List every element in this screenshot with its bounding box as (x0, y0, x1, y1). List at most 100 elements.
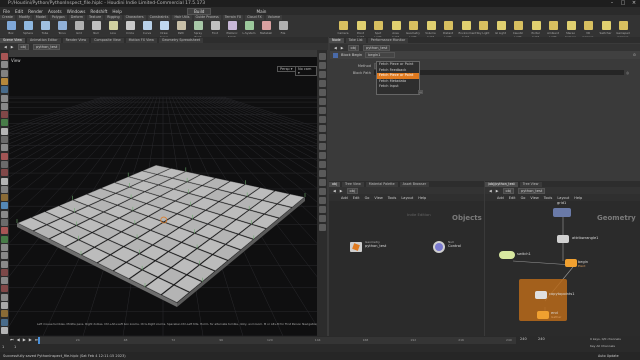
display-option-icon[interactable] (318, 206, 326, 213)
display-option-icon[interactable] (318, 107, 326, 114)
display-option-icon[interactable] (318, 161, 326, 168)
shelf-light-icon[interactable] (619, 21, 628, 30)
step-back-icon[interactable]: ◀ (17, 337, 20, 342)
desktop-select[interactable]: Build (186, 7, 212, 15)
display-option-icon[interactable] (318, 134, 326, 141)
sop-node-begin[interactable] (565, 259, 577, 267)
menu-file[interactable]: File (3, 9, 10, 14)
menu-assets[interactable]: Assets (48, 9, 62, 14)
display-option-icon[interactable] (318, 188, 326, 195)
dropdown-option[interactable]: Fetch Input (377, 84, 419, 90)
viewport-tool-icon[interactable] (1, 202, 8, 210)
shelf-light-icon[interactable] (496, 21, 506, 30)
viewport-tool-icon[interactable] (1, 302, 8, 309)
display-option-icon[interactable] (318, 179, 326, 186)
main-label[interactable]: Main (256, 9, 266, 14)
shelf-tool-icon[interactable] (194, 21, 203, 30)
sop-node-attribwrangle[interactable] (557, 235, 569, 243)
shelf-tab[interactable]: Texture (87, 15, 104, 20)
viewport-tool-icon[interactable] (1, 69, 8, 77)
viewport-tool-icon[interactable] (1, 119, 8, 127)
shelf-tool-icon[interactable] (75, 21, 84, 30)
maximize-icon[interactable]: □ (619, 0, 627, 6)
shelf-tool-icon[interactable] (109, 21, 118, 30)
jump-start-icon[interactable]: ⏮ (10, 337, 14, 342)
viewport-tool-icon[interactable] (1, 243, 8, 251)
net-right-path-object[interactable]: python_test (518, 187, 546, 194)
net-right-path-node[interactable]: obj (502, 187, 515, 194)
shelf-tool-icon[interactable] (143, 21, 152, 30)
network-menu-item[interactable]: Add (341, 196, 348, 200)
viewport-tool-icon[interactable] (1, 252, 8, 260)
viewport-tool-icon[interactable] (1, 160, 8, 168)
node-name-field[interactable]: begin1 (365, 52, 396, 58)
shelf-tool-icon[interactable] (126, 21, 135, 30)
display-option-icon[interactable] (318, 197, 326, 204)
viewport-tool-icon[interactable] (1, 318, 8, 326)
network-menu-item[interactable]: Layout (401, 196, 413, 200)
shelf-light-icon[interactable] (461, 21, 471, 30)
viewport-tool-icon[interactable] (1, 326, 8, 334)
shelf-tool-icon[interactable] (211, 21, 220, 30)
forward-icon[interactable]: ▶ (340, 189, 343, 193)
shelf-tool-icon[interactable] (92, 21, 101, 30)
shelf-tab[interactable]: Rigging (105, 15, 122, 20)
network-menu-item[interactable]: Edit (509, 196, 516, 200)
display-option-icon[interactable] (318, 71, 326, 78)
sop-node-copytopoints[interactable] (535, 291, 547, 299)
param-path-object[interactable]: python_test (363, 44, 391, 51)
viewport-tool-icon[interactable] (1, 219, 8, 226)
network-menu-item[interactable]: Add (497, 196, 504, 200)
display-option-icon[interactable] (318, 125, 326, 132)
network-menu-item[interactable]: View (530, 196, 538, 200)
shelf-light-icon[interactable] (356, 21, 366, 30)
network-menu-item[interactable]: View (374, 196, 382, 200)
shelf-tab[interactable]: Terrain FX (222, 15, 244, 20)
viewport-tool-icon[interactable] (1, 268, 8, 276)
display-option-icon[interactable] (318, 116, 326, 123)
viewport-tool-icon[interactable] (1, 152, 8, 160)
shelf-tab[interactable]: Model (33, 15, 48, 20)
viewport-tool-icon[interactable] (1, 61, 8, 69)
viewport[interactable]: View Persp ▾ No cam ▾ Left mouse tumbles… (9, 57, 317, 336)
end-frame-field-2[interactable]: 240 (538, 337, 545, 341)
display-option-icon[interactable] (318, 224, 326, 231)
shelf-light-icon[interactable] (601, 21, 611, 30)
shelf-light-icon[interactable] (426, 21, 436, 30)
start-frame[interactable]: 1 (2, 345, 4, 349)
display-option-icon[interactable] (318, 143, 326, 150)
shelf-tool-icon[interactable] (245, 21, 254, 30)
forward-icon[interactable]: ▶ (11, 45, 14, 49)
network-menu-item[interactable]: Help (574, 196, 582, 200)
viewport-tool-icon[interactable] (1, 127, 8, 135)
dropdown-option[interactable]: Fetch Piece or Point (377, 73, 419, 79)
network-menu-item[interactable]: Edit (353, 196, 360, 200)
shelf-light-icon[interactable] (444, 21, 453, 30)
shelf-tab[interactable]: Modify (16, 15, 32, 20)
timeline-bar[interactable]: 24 48 72 96 120 144 168 192 216 240 (38, 337, 516, 344)
forward-icon[interactable]: ▶ (341, 46, 344, 50)
display-option-icon[interactable] (318, 170, 326, 177)
viewport-tool-icon[interactable] (1, 169, 8, 177)
viewport-tool-icon[interactable] (1, 53, 8, 60)
close-icon[interactable]: × (630, 0, 638, 6)
shelf-tab[interactable]: Polygon (49, 15, 67, 20)
shelf-light-icon[interactable] (409, 21, 418, 30)
shelf-tool-icon[interactable] (41, 21, 50, 30)
viewport-tool-icon[interactable] (1, 177, 8, 185)
network-menu-item[interactable]: Go (521, 196, 526, 200)
shelf-tool-icon[interactable] (228, 21, 237, 30)
display-option-icon[interactable] (318, 62, 326, 69)
display-option-icon[interactable] (318, 98, 326, 105)
shelf-tab[interactable]: Volume (265, 15, 283, 20)
shelf-light-icon[interactable] (584, 21, 593, 30)
viewport-tool-icon[interactable] (1, 235, 8, 243)
menu-redshift[interactable]: Redshift (90, 9, 107, 14)
net-left-path[interactable]: obj (346, 187, 359, 194)
menu-edit[interactable]: Edit (15, 9, 23, 14)
shelf-light-icon[interactable] (339, 21, 348, 30)
viewport-tool-icon[interactable] (1, 310, 8, 318)
param-path-node[interactable]: obj (347, 44, 360, 51)
sop-node-grid[interactable] (553, 208, 571, 217)
network-menu-item[interactable]: Layout (557, 196, 569, 200)
